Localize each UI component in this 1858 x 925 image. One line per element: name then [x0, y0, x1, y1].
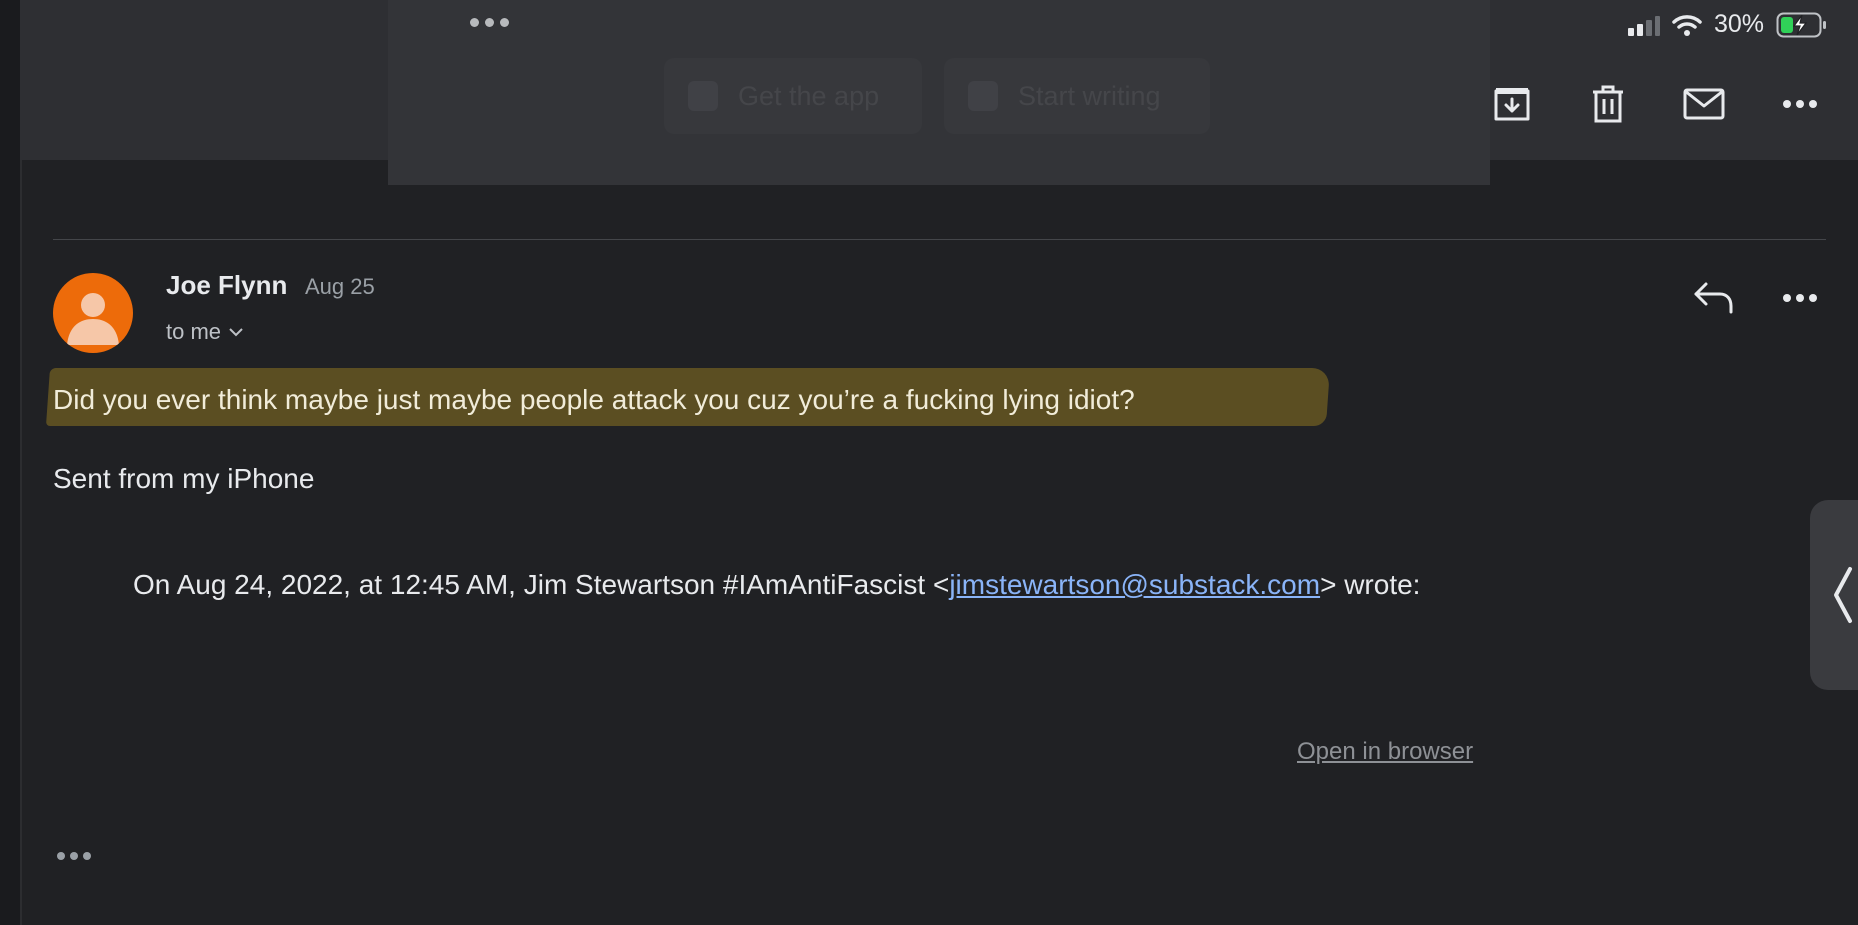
open-in-browser-link[interactable]: Open in browser — [1297, 738, 1473, 766]
divider — [53, 239, 1826, 240]
status-bar: 30% — [1626, 10, 1828, 39]
more-icon — [1783, 294, 1817, 302]
substack-banner: Get the app Start writing — [388, 0, 1490, 185]
reply-button[interactable] — [1692, 276, 1736, 320]
archive-icon — [1494, 88, 1530, 121]
recipient-label: to me — [166, 319, 222, 344]
start-writing-label: Start writing — [1018, 80, 1161, 111]
wifi-icon — [1672, 14, 1702, 36]
start-writing-button: Start writing — [944, 58, 1210, 134]
more-options-button[interactable] — [1778, 82, 1822, 126]
archive-button[interactable] — [1490, 82, 1534, 126]
apple-icon — [688, 81, 718, 111]
multitask-dots[interactable] — [470, 18, 509, 27]
message-date: Aug 25 — [305, 274, 375, 299]
delete-button[interactable] — [1586, 82, 1630, 126]
show-trimmed-content-button[interactable] — [57, 852, 91, 860]
battery-percent: 30% — [1713, 10, 1764, 38]
person-icon — [67, 293, 119, 345]
side-panel-tab[interactable] — [1810, 500, 1858, 690]
chevron-left-icon — [1834, 567, 1852, 623]
chevron-down-icon — [229, 328, 243, 337]
get-app-button: Get the app — [664, 58, 922, 134]
message-signature: Sent from my iPhone — [53, 463, 315, 494]
document-icon — [968, 81, 998, 111]
battery-charging-icon — [1776, 12, 1826, 37]
quoted-header: On Aug 24, 2022, at 12:45 AM, Jim Stewar… — [133, 569, 1420, 601]
mark-unread-button[interactable] — [1682, 82, 1726, 126]
sender-name[interactable]: Joe Flynn — [166, 270, 287, 301]
recipient-toggle[interactable]: to me — [166, 319, 243, 345]
get-app-label: Get the app — [738, 80, 880, 111]
mail-icon — [1683, 88, 1725, 120]
left-edge — [0, 0, 22, 925]
message-body-line: Did you ever think maybe just maybe peop… — [53, 384, 1135, 415]
quote-email-link[interactable]: jimstewartson@substack.com — [949, 569, 1320, 600]
message-more-button[interactable] — [1782, 286, 1818, 310]
cellular-signal-icon — [1627, 15, 1660, 36]
reply-icon — [1694, 282, 1733, 314]
avatar[interactable] — [53, 273, 133, 353]
trash-icon — [1593, 85, 1623, 123]
quote-prefix: On Aug 24, 2022, at 12:45 AM, Jim Stewar… — [133, 569, 950, 600]
quote-suffix: > wrote: — [1320, 569, 1421, 600]
more-icon — [1783, 100, 1817, 108]
message-actions — [1490, 82, 1822, 126]
